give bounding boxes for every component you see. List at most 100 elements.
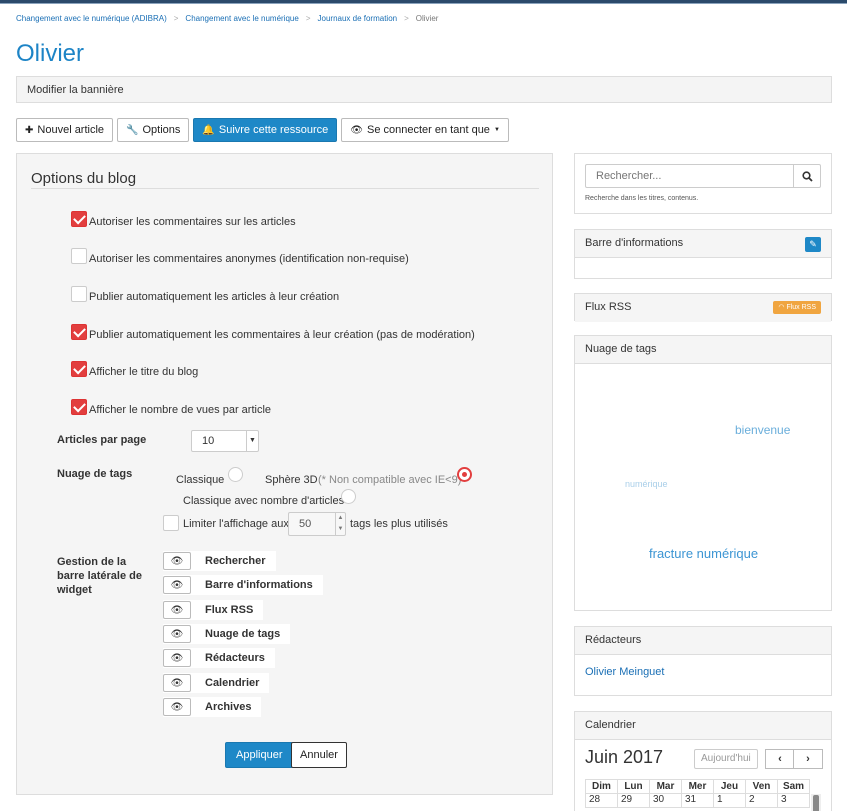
widget-header: Flux RSS ◠ Flux RSS	[575, 294, 831, 322]
calendar-widget: Calendrier Juin 2017 Aujourd'hui ‹ › Dim…	[574, 711, 832, 811]
eye-icon: 👁	[170, 652, 184, 664]
calendar-day[interactable]: 2	[745, 793, 778, 808]
checkbox-label: Publier automatiquement les commentaires…	[89, 329, 475, 341]
checkbox-label: Publier automatiquement les articles à l…	[89, 291, 340, 303]
widget-header: Rédacteurs	[575, 627, 831, 655]
limit-tags-suffix: tags les plus utilisés	[350, 518, 448, 530]
limit-tags-input[interactable]: 50 ▲ ▼	[288, 512, 346, 536]
eye-icon: 👁	[170, 677, 184, 689]
checkbox-autopublish-comments[interactable]	[71, 324, 87, 340]
apply-button[interactable]: Appliquer	[225, 742, 294, 768]
weekday-header: Mar	[649, 779, 682, 794]
page-title: Olivier	[16, 40, 85, 67]
new-article-button[interactable]: ✚ Nouvel article	[16, 118, 114, 142]
breadcrumb-current: Olivier	[415, 14, 439, 23]
breadcrumb-separator-icon: >	[305, 14, 311, 23]
tag-cloud-label: Nuage de tags	[57, 468, 133, 480]
edit-banner-bar[interactable]: Modifier la bannière	[16, 76, 832, 103]
widget-title: Nuage de tags	[585, 343, 657, 355]
calendar-day[interactable]: 3	[777, 793, 810, 808]
radio-sphere-label: Sphère 3D	[265, 474, 318, 486]
bell-icon: 🔔	[202, 124, 215, 136]
breadcrumb-item[interactable]: Changement avec le numérique (ADIBRA)	[16, 14, 167, 23]
eye-icon: 👁	[170, 628, 184, 640]
checkbox-anonymous-comments[interactable]	[71, 248, 87, 264]
eye-icon: 👁	[170, 701, 184, 713]
options-button[interactable]: 🔧 Options	[117, 118, 190, 142]
checkbox-allow-comments[interactable]	[71, 211, 87, 227]
toggle-visibility-button[interactable]: 👁	[163, 625, 191, 643]
tag-link[interactable]: numérique	[625, 479, 668, 489]
articles-per-page-select[interactable]: 10 ▼	[191, 430, 259, 452]
input-value: 50	[299, 518, 312, 530]
weekday-header: Lun	[617, 779, 650, 794]
toggle-visibility-button[interactable]: 👁	[163, 698, 191, 716]
checkbox-autopublish-articles[interactable]	[71, 286, 87, 302]
widget-label: Archives	[205, 701, 252, 713]
follow-resource-button[interactable]: 🔔 Suivre cette ressource	[193, 118, 338, 142]
eye-icon: 👁	[170, 579, 184, 591]
widget-row: 👁 Calendrier	[163, 673, 270, 693]
new-article-label: Nouvel article	[37, 124, 105, 136]
toggle-visibility-button[interactable]: 👁	[163, 674, 191, 692]
toggle-visibility-button[interactable]: 👁	[163, 576, 191, 594]
editor-link[interactable]: Olivier Meinguet	[585, 666, 664, 678]
search-input[interactable]	[585, 164, 794, 188]
checkbox-limit-tags[interactable]	[163, 515, 179, 531]
follow-label: Suivre cette ressource	[218, 124, 329, 136]
toggle-visibility-button[interactable]: 👁	[163, 552, 191, 570]
blog-options-panel: Options du blog Autoriser les commentair…	[16, 153, 553, 795]
weekday-header: Dim	[585, 779, 618, 794]
info-bar-widget: Barre d'informations ✎	[574, 229, 832, 279]
calendar-header-row: Dim Lun Mar Mer Jeu Ven Sam	[585, 779, 810, 794]
connect-as-label: Se connecter en tant que	[367, 124, 490, 136]
calendar-grid: Dim Lun Mar Mer Jeu Ven Sam 28 29 30 31 …	[585, 779, 810, 808]
widgets-label: Gestion de la barre latérale de widget	[57, 556, 142, 596]
checkbox-show-views[interactable]	[71, 399, 87, 415]
next-month-button[interactable]: ›	[793, 749, 823, 769]
prev-month-button[interactable]: ‹	[765, 749, 795, 769]
search-button[interactable]	[793, 164, 821, 188]
toolbar: ✚ Nouvel article 🔧 Options 🔔 Suivre cette r…	[16, 118, 509, 142]
calendar-day[interactable]: 30	[649, 793, 682, 808]
toggle-visibility-button[interactable]: 👁	[163, 601, 191, 619]
widget-title: Calendrier	[585, 719, 636, 731]
radio-classic-count-label: Classique avec nombre d'articles	[183, 495, 345, 507]
edit-icon[interactable]: ✎	[805, 237, 821, 252]
widget-label: Rédacteurs	[205, 652, 265, 664]
today-button[interactable]: Aujourd'hui	[694, 749, 758, 769]
calendar-day[interactable]: 31	[681, 793, 714, 808]
radio-classic[interactable]	[228, 467, 243, 482]
stepper-arrows-icon[interactable]: ▲ ▼	[335, 513, 345, 535]
rss-feed-link[interactable]: ◠ Flux RSS	[773, 301, 821, 314]
eye-icon: 👁	[170, 604, 184, 616]
scrollbar-thumb[interactable]	[813, 795, 819, 811]
radio-sphere[interactable]	[457, 467, 472, 482]
tag-link[interactable]: bienvenue	[735, 423, 790, 437]
rss-badge-label: Flux RSS	[786, 304, 816, 311]
calendar-day[interactable]: 28	[585, 793, 618, 808]
breadcrumb-item[interactable]: Changement avec le numérique	[185, 14, 298, 23]
cancel-button[interactable]: Annuler	[291, 742, 347, 768]
toggle-visibility-button[interactable]: 👁	[163, 649, 191, 667]
widget-label: Barre d'informations	[205, 579, 313, 591]
option-anonymous-comments: Autoriser les commentaires anonymes (ide…	[71, 247, 409, 265]
weekday-header: Sam	[777, 779, 810, 794]
checkbox-show-title[interactable]	[71, 361, 87, 377]
calendar-day[interactable]: 29	[617, 793, 650, 808]
tag-link[interactable]: fracture numérique	[649, 546, 758, 561]
plus-icon: ✚	[25, 124, 34, 136]
calendar-day[interactable]: 1	[713, 793, 746, 808]
eye-icon: 👁	[170, 555, 184, 567]
connect-as-dropdown[interactable]: 👁 Se connecter en tant que ▼	[341, 118, 509, 142]
caret-down-icon: ▼	[246, 431, 258, 451]
widget-row: 👁 Nuage de tags	[163, 624, 291, 644]
widget-label: Rechercher	[205, 555, 266, 567]
widget-label: Flux RSS	[205, 604, 254, 616]
calendar-scrollbar[interactable]	[811, 794, 821, 811]
radio-classic-count[interactable]	[341, 489, 356, 504]
checkbox-label: Autoriser les commentaires sur les artic…	[89, 216, 296, 228]
options-label: Options	[142, 124, 181, 136]
radio-sphere-note: (* Non compatible avec IE<9)	[318, 474, 462, 486]
breadcrumb-item[interactable]: Journaux de formation	[318, 14, 398, 23]
